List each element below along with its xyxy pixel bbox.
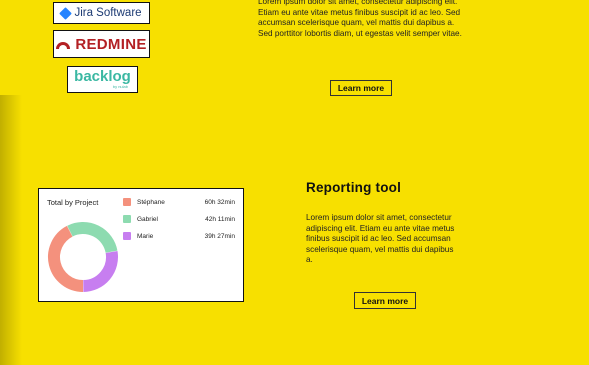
redmine-logo: REDMINE [53, 30, 150, 58]
reporting-learn-more-button[interactable]: Learn more [354, 292, 416, 309]
jira-logo-text: Jira Software [74, 7, 142, 19]
donut-segment [82, 250, 118, 292]
legend-swatch [123, 198, 131, 206]
jira-diamond-icon [59, 6, 73, 20]
jira-logo: Jira Software [53, 2, 150, 24]
legend-time: 60h 32min [204, 199, 235, 206]
integrations-learn-more-button[interactable]: Learn more [330, 80, 392, 96]
report-card: Total by Project Stéphane 60h 32min Gabrie… [38, 188, 244, 302]
integrations-description: Lorem ipsum dolor sit amet, consectetur … [258, 0, 462, 38]
legend-name: Gabriel [137, 216, 158, 223]
legend-name: Marie [137, 233, 154, 240]
legend-name: Stéphane [137, 199, 165, 206]
left-panel-shadow [0, 95, 22, 365]
donut-chart [48, 222, 118, 292]
donut-segment [48, 225, 84, 292]
donut-segment [67, 222, 118, 254]
report-card-title: Total by Project [47, 198, 99, 207]
legend-swatch [123, 215, 131, 223]
legend-swatch [123, 232, 131, 240]
legend-time: 42h 11min [205, 216, 235, 223]
redmine-logo-text: REDMINE [75, 35, 147, 53]
legend-time: 39h 27min [204, 233, 235, 240]
backlog-logo: backlog by nulab [67, 66, 138, 93]
reporting-description: Lorem ipsum dolor sit amet, consectetur … [306, 213, 455, 264]
backlog-logo-subtext: by nulab [112, 84, 128, 89]
redmine-arc-icon [56, 41, 71, 49]
reporting-heading: Reporting tool [306, 180, 402, 195]
backlog-logo-text: backlog [74, 68, 131, 85]
